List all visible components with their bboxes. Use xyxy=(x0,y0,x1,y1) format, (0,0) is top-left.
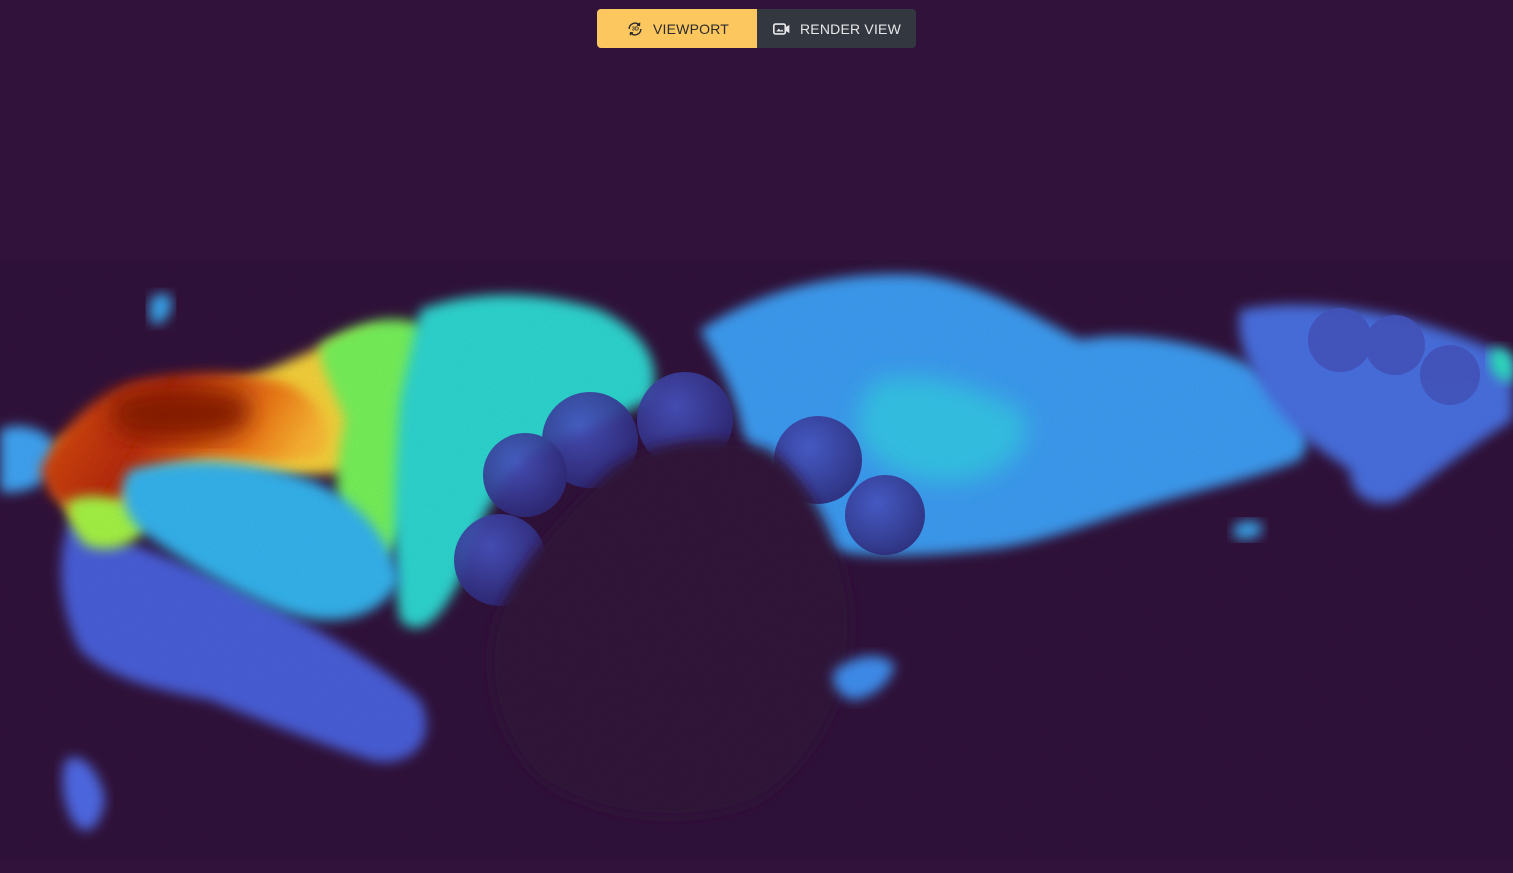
render-view-label: RENDER VIEW xyxy=(800,20,901,37)
video-camera-icon xyxy=(773,22,790,35)
point-cloud xyxy=(0,260,1513,860)
svg-text:3D: 3D xyxy=(632,26,639,32)
3d-rotate-icon: 3D xyxy=(628,21,642,36)
point-cloud-canvas[interactable] xyxy=(0,0,1513,873)
viewport-label: VIEWPORT xyxy=(652,20,730,37)
cloud-noise-overlay xyxy=(0,260,1513,860)
viewer-app: 3D VIEWPORT RENDER VIEW xyxy=(0,0,1513,873)
view-mode-toggle: 3D VIEWPORT RENDER VIEW xyxy=(597,9,916,48)
render-view-button[interactable]: RENDER VIEW xyxy=(757,9,916,48)
viewport-button[interactable]: 3D VIEWPORT xyxy=(597,9,757,48)
